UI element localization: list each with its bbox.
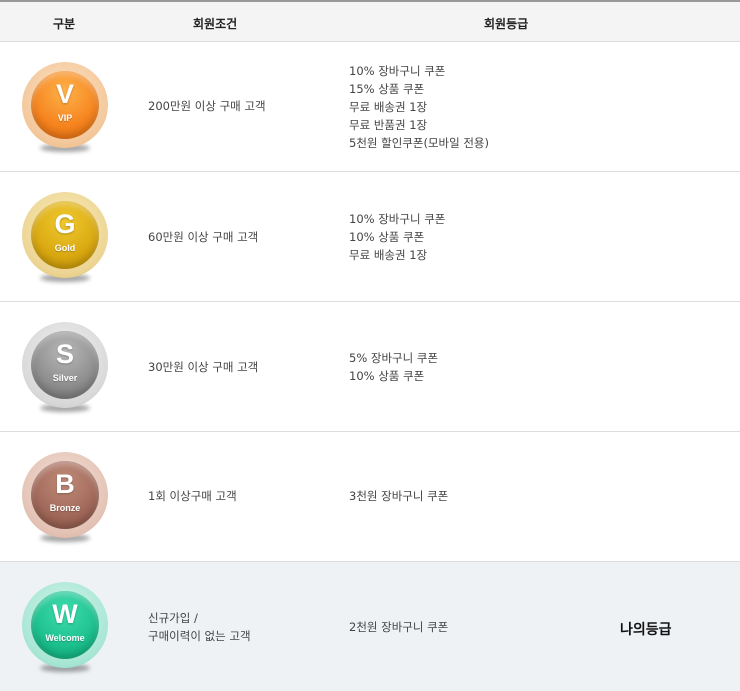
grade-benefits: 10% 장바구니 쿠폰 15% 상품 쿠폰 무료 배송권 1장 무료 반품권 1…	[349, 62, 489, 152]
grade-condition: 30만원 이상 구매 고객	[148, 360, 259, 374]
header-condition: 회원조건	[193, 17, 238, 31]
benefit-item: 10% 상품 쿠폰	[349, 230, 425, 244]
grade-condition: 신규가입 / 구매이력이 없는 고객	[148, 611, 251, 643]
header-benefits: 회원등급	[484, 17, 529, 31]
benefit-item: 5% 장바구니 쿠폰	[349, 351, 439, 365]
badge-letter: B	[55, 469, 75, 499]
benefit-item: 10% 장바구니 쿠폰	[349, 64, 446, 78]
badge-letter: V	[55, 79, 74, 109]
benefit-item: 10% 상품 쿠폰	[349, 369, 425, 383]
grade-benefits: 3천원 장바구니 쿠폰	[349, 487, 448, 505]
my-grade-label: 나의등급	[620, 622, 672, 638]
benefit-item: 무료 배송권 1장	[349, 248, 428, 262]
badge-name: Bronze	[49, 503, 81, 513]
vip-badge-icon: V VIP	[22, 62, 108, 156]
grade-row-gold: G Gold 60만원 이상 구매 고객 10% 장바구니 쿠폰 10% 상품 …	[0, 172, 740, 302]
gold-badge-icon: G Gold	[22, 192, 108, 286]
badge-name: Silver	[52, 373, 78, 383]
grade-condition: 1회 이상구매 고객	[148, 489, 237, 503]
badge-letter: S	[55, 339, 74, 369]
grade-row-vip: V VIP 200만원 이상 구매 고객 10% 장바구니 쿠폰 15% 상품 …	[0, 42, 740, 172]
grade-row-silver: S Silver 30만원 이상 구매 고객 5% 장바구니 쿠폰 10% 상품…	[0, 302, 740, 432]
benefit-item: 5천원 할인쿠폰(모바일 전용)	[349, 136, 489, 150]
badge-letter: G	[54, 209, 76, 239]
badge-name: Gold	[54, 243, 76, 253]
membership-grade-table: 구분 회원조건 회원등급 V VIP 200만원 이상 구매 고객 10% 장바…	[0, 0, 740, 691]
grade-condition: 200만원 이상 구매 고객	[148, 99, 266, 113]
badge-letter: W	[52, 599, 78, 629]
grade-benefits: 10% 장바구니 쿠폰 10% 상품 쿠폰 무료 배송권 1장	[349, 210, 445, 264]
benefit-item: 무료 반품권 1장	[349, 118, 428, 132]
grade-row-welcome: W Welcome 신규가입 / 구매이력이 없는 고객 2천원 장바구니 쿠폰…	[0, 562, 740, 691]
badge-name: Welcome	[45, 633, 85, 643]
benefit-item: 무료 배송권 1장	[349, 100, 428, 114]
grade-condition: 60만원 이상 구매 고객	[148, 230, 259, 244]
badge-name: VIP	[57, 113, 73, 123]
grade-benefits: 5% 장바구니 쿠폰 10% 상품 쿠폰	[349, 349, 438, 385]
benefit-item: 15% 상품 쿠폰	[349, 82, 425, 96]
table-header: 구분 회원조건 회원등급	[0, 0, 740, 42]
bronze-badge-icon: B Bronze	[22, 452, 108, 546]
silver-badge-icon: S Silver	[22, 322, 108, 416]
benefit-item: 3천원 장바구니 쿠폰	[349, 489, 449, 503]
grade-benefits: 2천원 장바구니 쿠폰	[349, 618, 448, 636]
benefit-item: 2천원 장바구니 쿠폰	[349, 620, 449, 634]
header-grade: 구분	[53, 17, 76, 31]
welcome-badge-icon: W Welcome	[22, 582, 108, 676]
benefit-item: 10% 장바구니 쿠폰	[349, 212, 446, 226]
grade-row-bronze: B Bronze 1회 이상구매 고객 3천원 장바구니 쿠폰	[0, 432, 740, 562]
